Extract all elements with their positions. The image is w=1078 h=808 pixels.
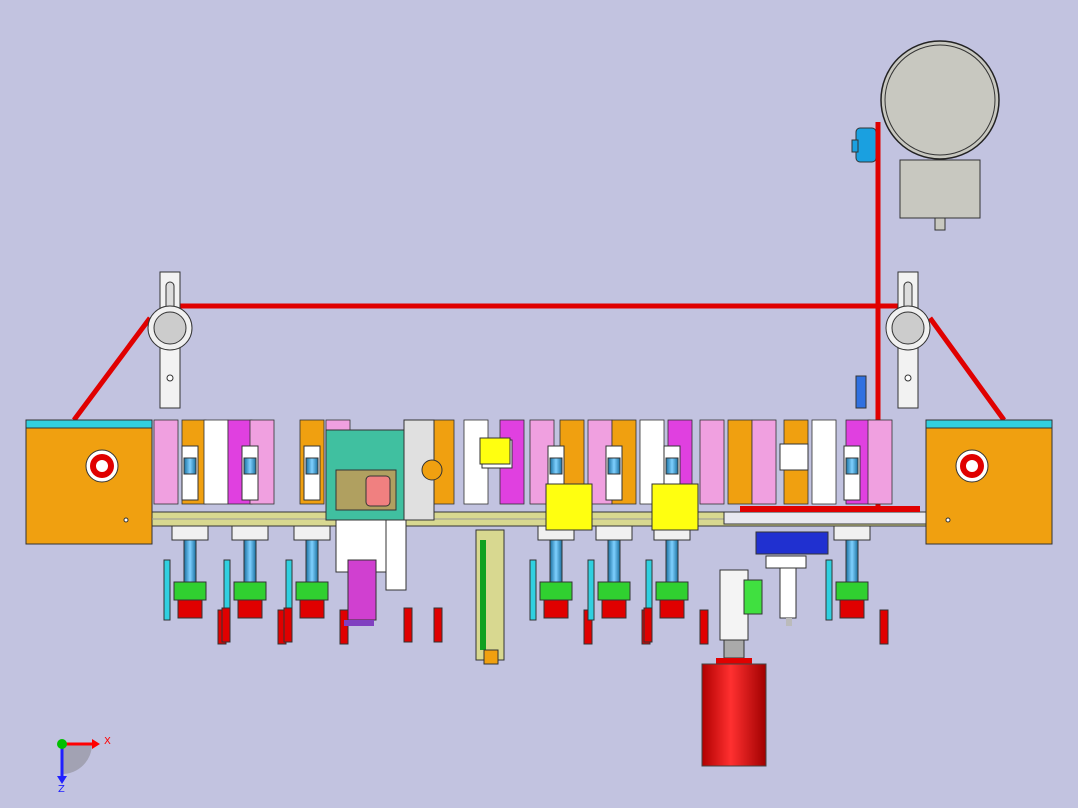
ejector-pin [643,607,653,643]
slide-carriage[interactable] [723,511,927,525]
axis-triad: X Z [57,736,111,795]
z-axis-label: Z [58,784,65,795]
x-axis-label: X [104,736,111,747]
tensioner-right[interactable] [885,271,931,409]
drive-motor[interactable] [851,40,1000,231]
main-cylinder[interactable] [701,569,767,767]
fixture-plate [867,419,893,505]
ejector-pin [221,607,231,643]
frame-right[interactable] [925,419,1053,545]
belt-guide [855,375,867,409]
fixture-plate [751,419,777,505]
ejector-pin [403,607,413,643]
assembly-drawing: X Z [25,40,1053,795]
tensioner-left[interactable] [147,271,193,409]
fixture-plate [811,419,837,505]
fixture-plate [153,419,179,505]
fixture-plate [203,419,229,505]
fixture-plate [727,419,753,505]
frame-left[interactable] [25,419,153,545]
ejector-pin [433,607,443,643]
cad-viewport[interactable]: X Z [0,0,1078,808]
fixture-plate [699,419,725,505]
ejector-pin [283,607,293,643]
belt-run [740,506,920,512]
